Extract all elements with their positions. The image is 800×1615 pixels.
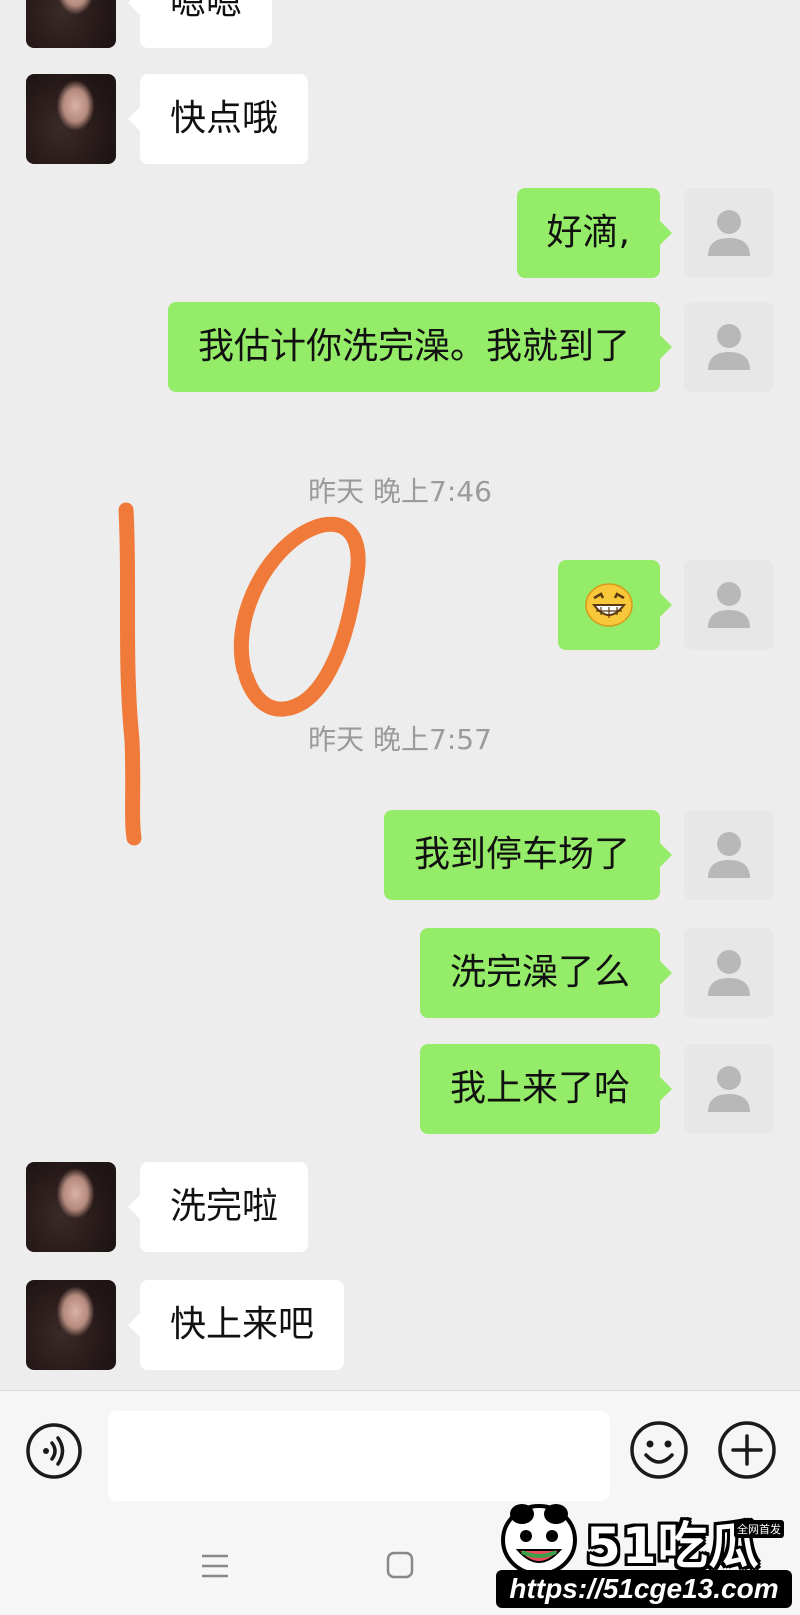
timestamp: 昨天 晚上7:46 [308, 475, 492, 508]
self-avatar[interactable] [684, 1044, 774, 1134]
peer-avatar[interactable] [26, 1162, 116, 1252]
message-row: 好滴, [0, 188, 800, 280]
chat-area: 嗯嗯 快点哦 好滴, 我估计你洗完澡。我就到了 昨天 晚上7:46 昨天 晚上7… [0, 0, 800, 1390]
message-bubble-self[interactable] [558, 560, 672, 650]
voice-icon[interactable] [24, 1421, 84, 1485]
plus-icon[interactable] [716, 1419, 778, 1485]
smiley-icon[interactable] [628, 1419, 690, 1485]
message-row: 快点哦 [0, 74, 800, 166]
default-user-icon [708, 832, 750, 878]
watermark-brand: 51吃瓜 [586, 1517, 760, 1575]
message-row: 洗完啦 [0, 1162, 800, 1254]
message-bubble-self[interactable]: 我估计你洗完澡。我就到了 [167, 302, 673, 392]
message-bubble-peer[interactable]: 嗯嗯 [127, 0, 273, 48]
message-row: 我估计你洗完澡。我就到了 [0, 302, 800, 394]
peer-avatar[interactable] [26, 1280, 116, 1370]
peer-avatar[interactable] [26, 74, 116, 164]
default-user-icon [708, 582, 750, 628]
message-row: 洗完澡了么 [0, 928, 800, 1020]
self-avatar[interactable] [684, 810, 774, 900]
message-row: 快上来吧 [0, 1280, 800, 1372]
message-row: 我到停车场了 [0, 810, 800, 902]
message-input[interactable] [108, 1411, 610, 1501]
peer-avatar[interactable] [26, 0, 116, 48]
home-square-icon[interactable] [385, 1550, 415, 1584]
message-bubble-self[interactable]: 洗完澡了么 [419, 928, 673, 1018]
message-bubble-peer[interactable]: 快上来吧 [127, 1280, 345, 1370]
watermark-tag: 全网首发 [734, 1520, 784, 1538]
self-avatar[interactable] [684, 188, 774, 278]
default-user-icon [708, 210, 750, 256]
default-user-icon [708, 324, 750, 370]
self-avatar[interactable] [684, 302, 774, 392]
grinning-face-emoji-icon [585, 583, 633, 627]
default-user-icon [708, 950, 750, 996]
message-row: 嗯嗯 [0, 0, 800, 50]
message-bubble-self[interactable]: 好滴, [516, 188, 673, 278]
message-bubble-self[interactable]: 我上来了哈 [419, 1044, 673, 1134]
message-bubble-self[interactable]: 我到停车场了 [383, 810, 673, 900]
message-bubble-peer[interactable]: 快点哦 [127, 74, 309, 164]
menu-icon[interactable] [200, 1552, 230, 1584]
default-user-icon [708, 1066, 750, 1112]
self-avatar[interactable] [684, 560, 774, 650]
message-row: 我上来了哈 [0, 1044, 800, 1136]
message-row [0, 560, 800, 652]
self-avatar[interactable] [684, 928, 774, 1018]
watermark: 51吃瓜 全网首发 https://51cge13.com [494, 1500, 794, 1612]
message-bubble-peer[interactable]: 洗完啦 [127, 1162, 309, 1252]
timestamp: 昨天 晚上7:57 [308, 723, 492, 756]
watermark-url: https://51cge13.com [496, 1570, 792, 1608]
mascot-logo [501, 1504, 577, 1576]
